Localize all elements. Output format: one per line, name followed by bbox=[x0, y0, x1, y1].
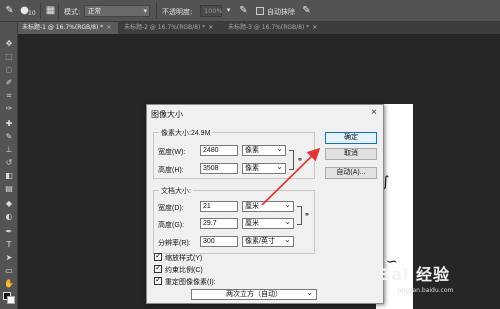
close-icon[interactable]: × bbox=[106, 24, 111, 31]
dialog-title: 图像大小 bbox=[151, 110, 183, 119]
doc-height-label: 高度(G): bbox=[158, 222, 185, 229]
mode-label: 模式: bbox=[64, 8, 81, 16]
scale-styles-checkbox[interactable] bbox=[154, 251, 162, 261]
resample-checkbox-row[interactable]: 重定图像像素(I): bbox=[154, 275, 216, 287]
watermark-url: jingyan.baidu.com bbox=[398, 287, 454, 294]
close-icon[interactable]: × bbox=[371, 107, 377, 118]
tab-document-3[interactable]: 未标题-3 @ 16.7%(RGB/8) * × bbox=[224, 22, 328, 34]
opacity-input[interactable]: 100% bbox=[200, 5, 223, 17]
watermark-brand: Bai 经验 bbox=[378, 265, 451, 284]
document-tabs: 未标题-1 @ 16.7%(RGB/8) * × 未标题-2 @ 16.7%(RG… bbox=[18, 22, 500, 34]
pixel-height-unit-select[interactable]: 像素 bbox=[242, 162, 286, 174]
doc-width-input[interactable]: 21 bbox=[200, 201, 238, 212]
eyedropper-tool-icon[interactable]: ✑ bbox=[2, 103, 16, 115]
tab-document-2[interactable]: 未标题-2 @ 16.7%(RGB/8) * × bbox=[120, 22, 222, 34]
resample-checkbox[interactable] bbox=[154, 275, 162, 285]
quick-select-tool-icon[interactable]: ✐ bbox=[2, 77, 16, 89]
gradient-tool-icon[interactable]: ▤ bbox=[2, 183, 16, 195]
crop-tool-icon[interactable]: ⌗ bbox=[2, 90, 16, 102]
pressure-opacity-icon[interactable]: ✎ bbox=[237, 4, 250, 17]
opacity-label: 不透明度: bbox=[162, 8, 193, 16]
chain-link-icon: ⚭ bbox=[304, 212, 310, 219]
cancel-button[interactable]: 取消 bbox=[325, 148, 377, 160]
tab-label: 未标题-1 @ 16.7%(RGB/8) * bbox=[22, 24, 104, 31]
stamp-tool-icon[interactable]: ⊥ bbox=[2, 144, 16, 156]
doc-height-input[interactable]: 29.7 bbox=[200, 218, 238, 229]
image-size-dialog: 图像大小 × 像素大小:24.9M 宽度(W): 2480 像素 高度(H): … bbox=[146, 104, 384, 304]
resolution-unit-select[interactable]: 像素/英寸 bbox=[242, 235, 294, 247]
document-size-title: 文档大小: bbox=[159, 186, 193, 196]
tab-document-1[interactable]: 未标题-1 @ 16.7%(RGB/8) * × bbox=[18, 22, 118, 34]
resample-method-select[interactable]: 两次立方（自动） bbox=[191, 288, 317, 300]
auto-button[interactable]: 自动(A)... bbox=[325, 167, 377, 179]
pixel-link-bracket bbox=[289, 150, 294, 170]
constrain-proportions-checkbox[interactable] bbox=[154, 263, 162, 273]
history-brush-tool-icon[interactable]: ↺ bbox=[2, 157, 16, 169]
eraser-tool-icon[interactable]: ◧ bbox=[2, 170, 16, 182]
tab-label: 未标题-2 @ 16.7%(RGB/8) * bbox=[124, 24, 206, 31]
watermark: Bai 经验 jingyan.baidu.com bbox=[378, 255, 496, 305]
healing-tool-icon[interactable]: ✚ bbox=[2, 118, 16, 130]
pressure-size-icon[interactable]: ✎ bbox=[300, 4, 313, 17]
doc-width-label: 宽度(D): bbox=[158, 205, 184, 212]
hand-tool-icon[interactable]: ✋ bbox=[2, 278, 16, 290]
separator bbox=[58, 3, 59, 19]
pixel-height-input[interactable]: 3508 bbox=[200, 163, 238, 174]
pixel-width-input[interactable]: 2480 bbox=[200, 145, 238, 156]
constrain-proportions-label: 约束比例(C) bbox=[165, 267, 203, 274]
opacity-dropdown-icon[interactable]: ▾ bbox=[222, 4, 235, 17]
doc-width-unit-select[interactable]: 厘米 bbox=[242, 200, 294, 212]
scale-styles-checkbox-row[interactable]: 缩放样式(Y) bbox=[154, 251, 203, 263]
pixel-dimensions-group: 像素大小:24.9M 宽度(W): 2480 像素 高度(H): 3508 像素… bbox=[153, 128, 315, 179]
brush-tool-preset-icon[interactable]: ✎ bbox=[3, 4, 16, 17]
resolution-label: 分辨率(R): bbox=[158, 240, 191, 247]
blur-tool-icon[interactable]: ◆ bbox=[2, 198, 16, 210]
pixel-dimensions-title: 像素大小:24.9M bbox=[159, 128, 213, 138]
pixel-width-unit-select[interactable]: 像素 bbox=[242, 144, 286, 156]
auto-erase-checkbox[interactable] bbox=[256, 7, 264, 15]
options-bar: ✎ ● 10 ▦ 模式: 正常 不透明度: 100% ▾ ✎ 自动抹除 ✎ bbox=[0, 0, 500, 22]
pen-tool-icon[interactable]: ✒ bbox=[2, 226, 16, 238]
marquee-tool-icon[interactable]: ⬚ bbox=[2, 51, 16, 63]
doc-height-unit-select[interactable]: 厘米 bbox=[242, 217, 294, 229]
resolution-input[interactable]: 300 bbox=[200, 236, 238, 247]
dodge-tool-icon[interactable]: ◐ bbox=[2, 211, 16, 223]
document-size-group: 文档大小: 宽度(D): 21 厘米 高度(G): 29.7 厘米 分辨率(R)… bbox=[153, 186, 315, 254]
mode-select[interactable]: 正常 bbox=[84, 5, 150, 17]
type-tool-icon[interactable]: T bbox=[2, 239, 16, 251]
resample-label: 重定图像像素(I): bbox=[165, 279, 216, 286]
shape-tool-icon[interactable]: ▭ bbox=[2, 265, 16, 277]
pixel-width-label: 宽度(W): bbox=[158, 149, 186, 156]
scale-styles-label: 缩放样式(Y) bbox=[165, 255, 203, 262]
ok-button[interactable]: 确定 bbox=[325, 132, 377, 144]
tools-panel: ✥ ⬚ ◌ ✐ ⌗ ✑ ✚ ✎ ⊥ ↺ ◧ ▤ ◆ ◐ ✒ T ➤ ▭ ✋ bbox=[0, 22, 18, 309]
separator bbox=[156, 3, 157, 19]
doc-link-bracket bbox=[297, 206, 302, 225]
brush-tool-icon[interactable]: ✎ bbox=[2, 131, 16, 143]
lasso-tool-icon[interactable]: ◌ bbox=[2, 64, 16, 76]
move-tool-icon[interactable]: ✥ bbox=[2, 38, 16, 50]
chain-link-icon: ⚭ bbox=[297, 157, 303, 164]
pixel-height-label: 高度(H): bbox=[158, 167, 184, 174]
brush-panel-toggle-icon[interactable]: ▦ bbox=[44, 4, 57, 17]
constrain-proportions-checkbox-row[interactable]: 约束比例(C) bbox=[154, 263, 203, 275]
auto-erase-label: 自动抹除 bbox=[267, 8, 295, 16]
close-icon[interactable]: × bbox=[312, 24, 317, 31]
separator bbox=[40, 3, 41, 19]
tab-label: 未标题-3 @ 16.7%(RGB/8) * bbox=[228, 24, 310, 31]
path-select-tool-icon[interactable]: ➤ bbox=[2, 252, 16, 264]
brush-size-value: 10 bbox=[28, 10, 36, 17]
close-icon[interactable]: × bbox=[208, 24, 213, 31]
background-color-swatch[interactable] bbox=[7, 296, 15, 304]
